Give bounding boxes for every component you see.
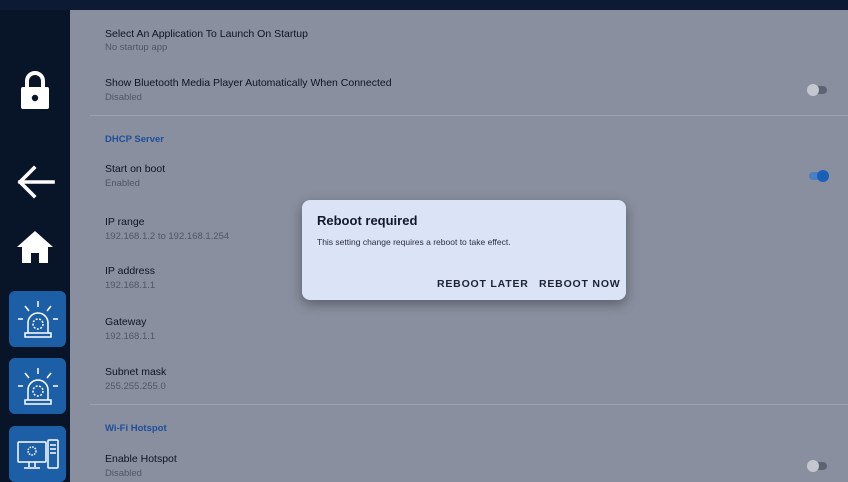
setting-title: Show Bluetooth Media Player Automaticall… [105,77,392,89]
reboot-now-button[interactable]: REBOOT NOW [539,278,621,290]
divider [90,404,848,405]
setting-value: 192.168.1.1 [105,331,156,342]
alarm-beacon-icon[interactable] [9,358,66,414]
reboot-dialog: Reboot required This setting change requ… [302,200,626,300]
setting-title: Enable Hotspot [105,453,177,465]
setting-title: Start on boot [105,163,166,175]
reboot-later-button[interactable]: REBOOT LATER [437,278,529,290]
alarm-beacon-icon[interactable] [9,291,66,347]
section-header-wifi-hotspot: Wi-Fi Hotspot [105,423,167,434]
setting-title: Subnet mask [105,366,167,378]
home-icon[interactable] [0,222,70,272]
dialog-message: This setting change requires a reboot to… [317,237,511,247]
hotspot-toggle[interactable] [807,460,829,472]
divider [90,115,848,116]
setting-value: 192.168.1.2 to 192.168.1.254 [105,231,230,242]
setting-value: 192.168.1.1 [105,280,156,291]
start-on-boot-toggle[interactable] [807,170,829,182]
setting-gateway[interactable]: Gateway 192.168.1.1 [70,316,848,356]
setting-start-on-boot[interactable]: Start on boot Enabled [70,163,848,203]
computer-monitor-icon[interactable] [9,426,66,482]
setting-title: IP address [105,265,156,277]
lock-icon[interactable] [0,60,70,120]
setting-value: No startup app [105,42,168,53]
setting-title: Select An Application To Launch On Start… [105,28,308,40]
setting-title: IP range [105,216,145,228]
setting-enable-hotspot[interactable]: Enable Hotspot Disabled [70,453,848,482]
setting-value: Disabled [105,92,142,103]
setting-title: Gateway [105,316,147,328]
sidebar [0,10,70,482]
setting-value: Disabled [105,468,142,479]
setting-startup-app[interactable]: Select An Application To Launch On Start… [70,28,848,68]
bluetooth-player-toggle[interactable] [807,84,829,96]
setting-subnet-mask[interactable]: Subnet mask 255.255.255.0 [70,366,848,406]
setting-bluetooth-player[interactable]: Show Bluetooth Media Player Automaticall… [70,77,848,117]
section-header-dhcp: DHCP Server [105,134,164,145]
setting-value: 255.255.255.0 [105,381,166,392]
back-arrow-icon[interactable] [0,160,70,204]
setting-value: Enabled [105,178,140,189]
dialog-title: Reboot required [317,213,418,228]
